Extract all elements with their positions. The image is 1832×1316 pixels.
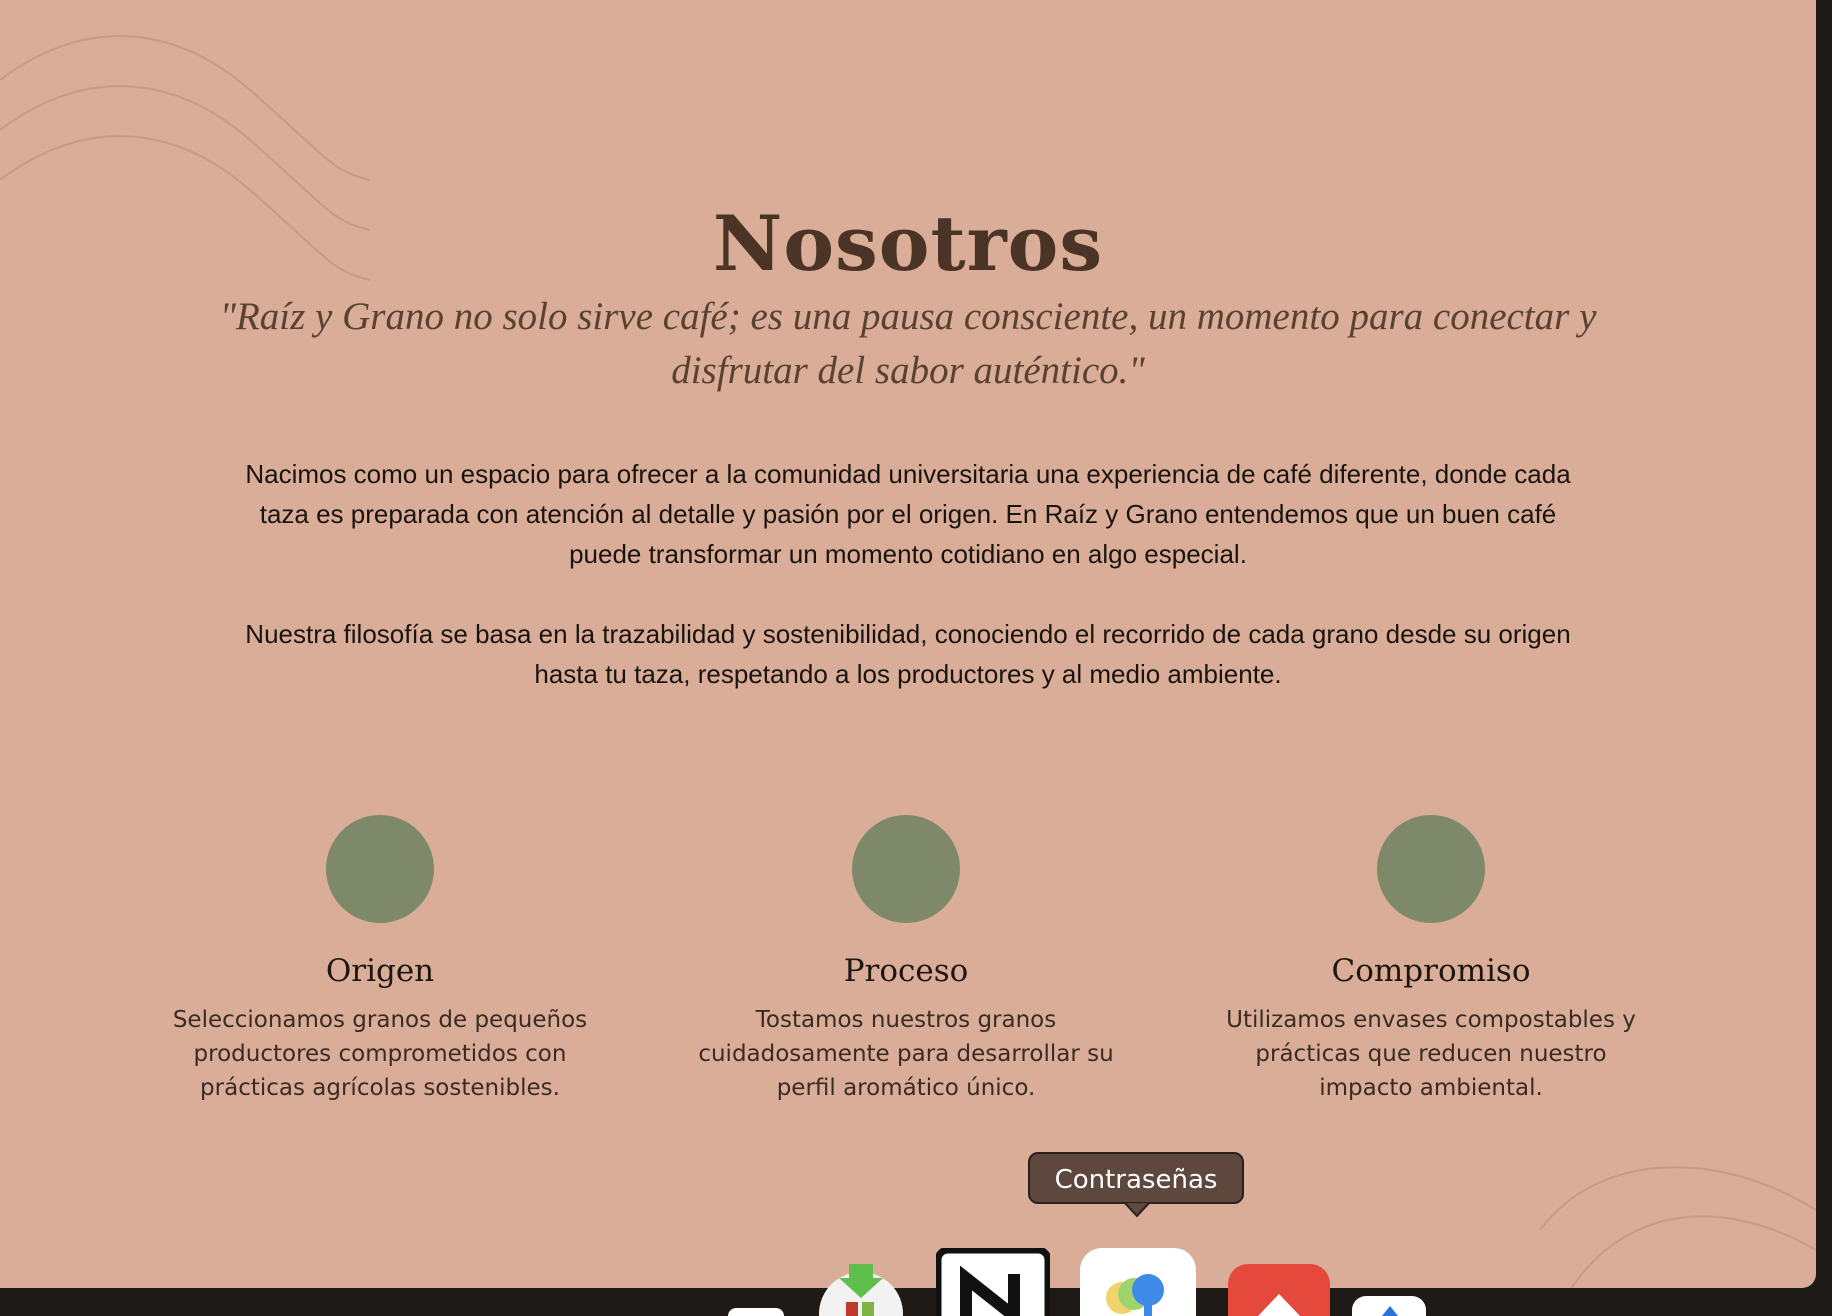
app-icon[interactable] [1228, 1264, 1330, 1316]
feature-proceso: Proceso Tostamos nuestros granos cuidado… [696, 815, 1116, 1105]
tooltip-arrow [1124, 1202, 1150, 1218]
app-icon[interactable] [1352, 1296, 1426, 1316]
app-icon[interactable] [728, 1308, 784, 1316]
decorative-waves-bottom-right [1540, 1166, 1816, 1288]
feature-icon-circle [1377, 815, 1485, 923]
about-page: Nosotros "Raíz y Grano no solo sirve caf… [0, 0, 1816, 1288]
feature-description: Seleccionamos granos de pequeños product… [172, 1007, 588, 1101]
feature-icon-circle [326, 815, 434, 923]
philosophy-paragraph: Nuestra filosofía se basa en la trazabil… [245, 619, 1571, 689]
passwords-icon[interactable] [1080, 1248, 1196, 1316]
feature-compromiso: Compromiso Utilizamos envases compostabl… [1221, 815, 1641, 1105]
feature-icon-circle [852, 815, 960, 923]
notion-icon[interactable] [936, 1248, 1050, 1316]
brand-quote: "Raíz y Grano no solo sirve café; es una… [219, 295, 1597, 392]
feature-title: Origen [325, 953, 435, 989]
feature-title: Compromiso [1331, 953, 1531, 989]
intro-paragraph: Nacimos como un espacio para ofrecer a l… [245, 459, 1571, 569]
feature-description: Utilizamos envases compostables y prácti… [1226, 1007, 1636, 1101]
dock-tooltip: Contraseñas [1028, 1152, 1244, 1204]
downloader-icon[interactable] [816, 1262, 906, 1316]
feature-description: Tostamos nuestros granos cuidadosamente … [698, 1007, 1114, 1101]
feature-title: Proceso [843, 953, 969, 989]
feature-origen: Origen Seleccionamos granos de pequeños … [170, 815, 590, 1105]
section-title: Nosotros [712, 198, 1104, 288]
